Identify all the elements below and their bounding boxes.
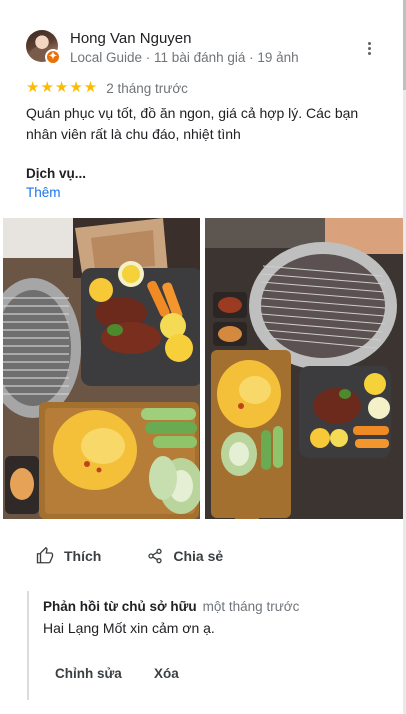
review-card: ✦ Hong Van Nguyen Local Guide · 11 bài đ…	[0, 0, 404, 714]
review-text: Quán phục vụ tốt, đồ ăn ngon, giá cả hợp…	[26, 105, 359, 142]
author-meta: Local Guide · 11 bài đánh giá · 19 ảnh	[70, 50, 299, 65]
review-header: ✦ Hong Van Nguyen Local Guide · 11 bài đ…	[26, 30, 299, 67]
service-label: Dịch vụ...	[26, 166, 87, 181]
edit-reply-button[interactable]: Chỉnh sửa	[55, 666, 122, 681]
owner-reply-header: Phản hồi từ chủ sở hữu một tháng trước	[43, 599, 299, 614]
owner-reply-time: một tháng trước	[202, 599, 300, 614]
more-link[interactable]: Thêm	[26, 185, 61, 200]
review-photo-1[interactable]	[3, 218, 200, 519]
share-icon	[148, 548, 163, 564]
share-button[interactable]: Chia sẻ	[147, 548, 223, 564]
share-label: Chia sẻ	[173, 548, 224, 564]
delete-reply-button[interactable]: Xóa	[154, 666, 179, 681]
review-actions: Thích Chia sẻ	[36, 547, 223, 565]
user-info: Hong Van Nguyen Local Guide · 11 bài đán…	[70, 30, 299, 67]
food-photo-2	[205, 218, 403, 519]
local-guide-badge-icon: ✦	[45, 49, 61, 65]
star-rating: ★★★★★	[26, 79, 99, 96]
thumbs-up-icon	[36, 547, 54, 564]
owner-reply-text: Hai Lạng Mốt xin cảm ơn ạ.	[43, 620, 215, 636]
review-photo-2[interactable]	[205, 218, 403, 519]
avatar[interactable]: ✦	[26, 30, 61, 65]
more-options-icon[interactable]	[361, 38, 377, 58]
author-name[interactable]: Hong Van Nguyen	[70, 30, 299, 48]
food-photo-1	[3, 218, 200, 519]
owner-reply-label: Phản hồi từ chủ sở hữu	[43, 599, 197, 614]
like-label: Thích	[64, 548, 102, 564]
like-button[interactable]: Thích	[36, 547, 101, 565]
review-time: 2 tháng trước	[106, 80, 188, 96]
rating-row: ★★★★★ 2 tháng trước	[26, 80, 188, 96]
owner-reply: Phản hồi từ chủ sở hữu một tháng trước Ha…	[27, 591, 379, 700]
